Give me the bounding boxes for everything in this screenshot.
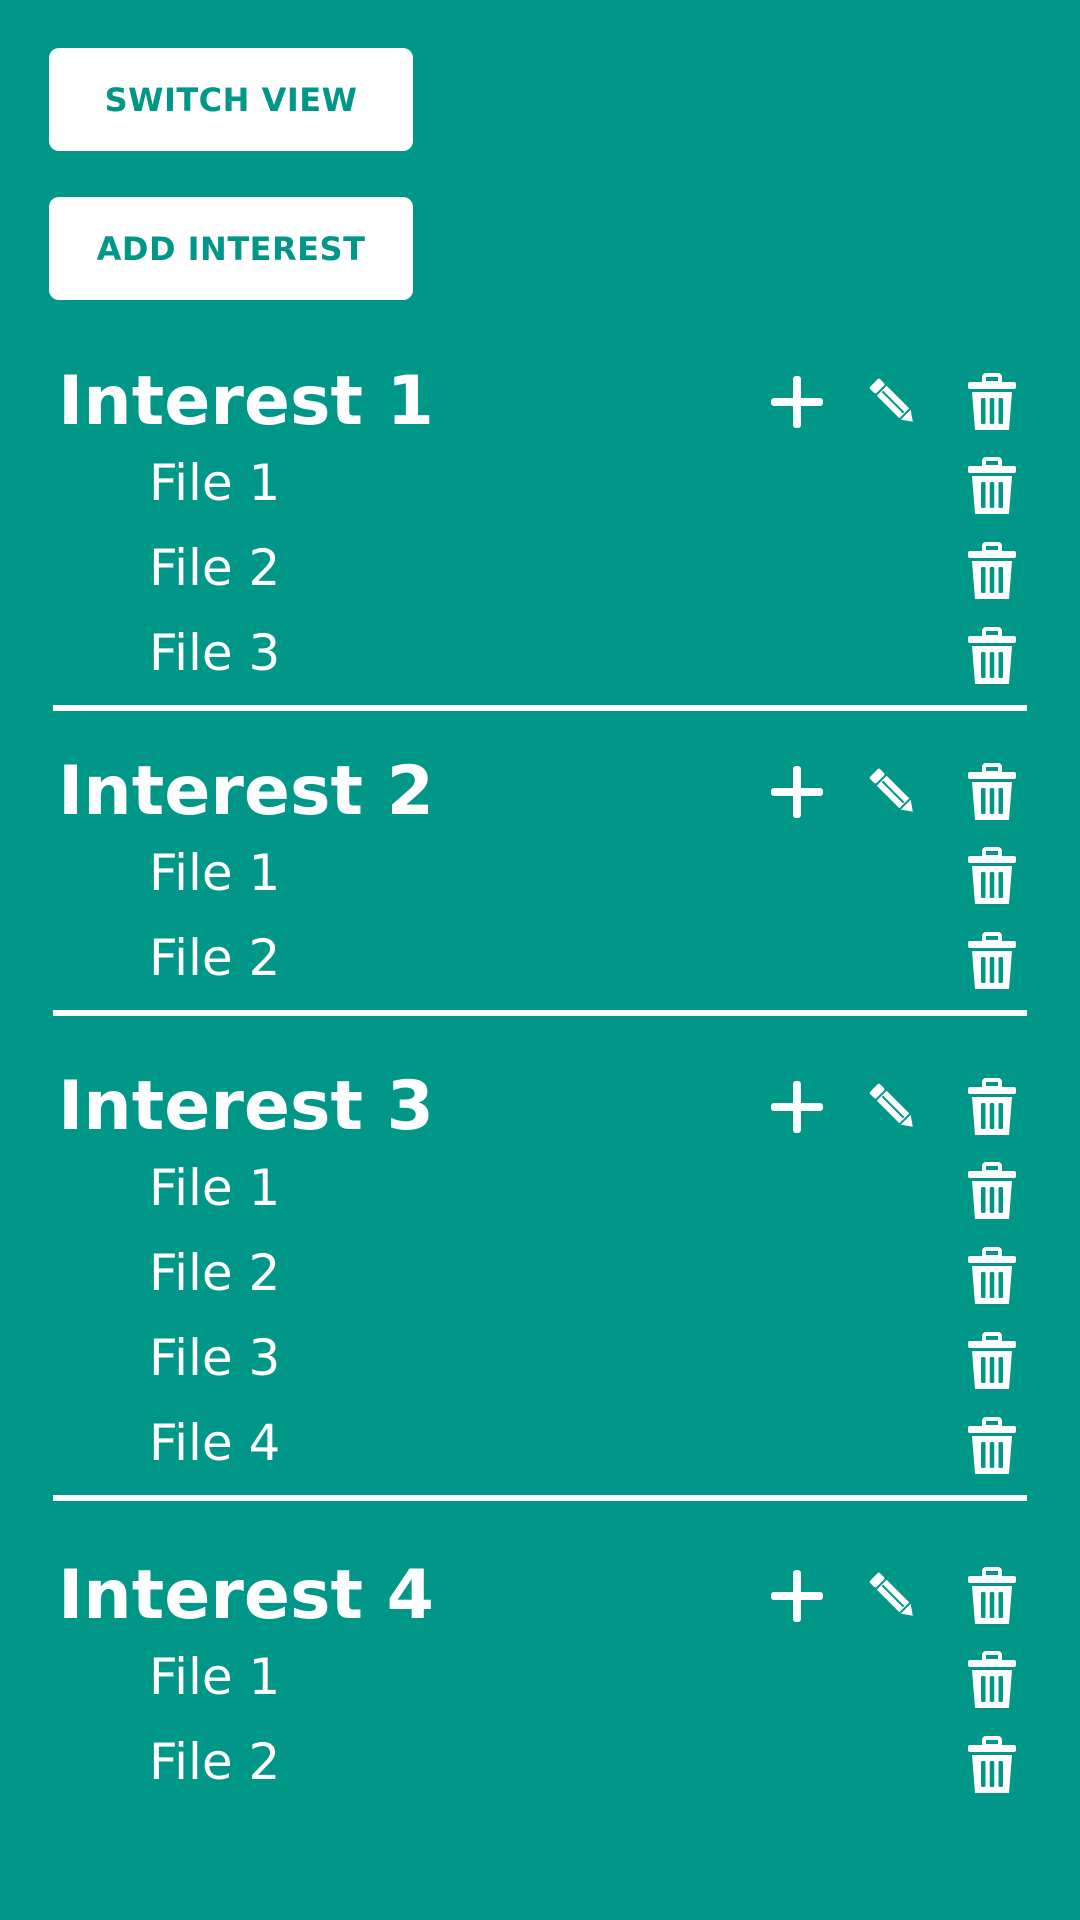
file-label[interactable]: File 4	[149, 1418, 280, 1468]
delete-file-icon[interactable]	[962, 1650, 1022, 1710]
delete-file-icon[interactable]	[962, 1161, 1022, 1221]
file-label[interactable]: File 2	[149, 933, 280, 983]
delete-file-icon[interactable]	[962, 1416, 1022, 1476]
interest-divider	[53, 705, 1027, 711]
delete-interest-icon[interactable]	[962, 1077, 1022, 1137]
file-label[interactable]: File 2	[149, 1248, 280, 1298]
delete-file-icon[interactable]	[962, 1331, 1022, 1391]
delete-file-icon[interactable]	[962, 1246, 1022, 1306]
file-label[interactable]: File 1	[149, 1652, 280, 1702]
interest-title-1: Interest 1	[58, 362, 434, 441]
interest-title-3: Interest 3	[58, 1067, 434, 1146]
delete-file-icon[interactable]	[962, 846, 1022, 906]
delete-file-icon[interactable]	[962, 1735, 1022, 1795]
interest-list: Interest 1 File 1 File 2 File 3 Interest 2 Fi…	[0, 0, 1080, 1920]
delete-interest-icon[interactable]	[962, 1566, 1022, 1626]
interest-divider	[53, 1010, 1027, 1016]
interest-title-2: Interest 2	[58, 752, 434, 831]
delete-interest-icon[interactable]	[962, 762, 1022, 822]
file-label[interactable]: File 2	[149, 543, 280, 593]
file-label[interactable]: File 1	[149, 1163, 280, 1213]
edit-interest-icon[interactable]	[863, 372, 923, 432]
file-label[interactable]: File 1	[149, 848, 280, 898]
edit-interest-icon[interactable]	[863, 762, 923, 822]
delete-file-icon[interactable]	[962, 626, 1022, 686]
delete-file-icon[interactable]	[962, 456, 1022, 516]
add-file-icon[interactable]	[767, 1077, 827, 1137]
interest-divider	[53, 1495, 1027, 1501]
add-file-icon[interactable]	[767, 372, 827, 432]
add-file-icon[interactable]	[767, 762, 827, 822]
file-label[interactable]: File 3	[149, 628, 280, 678]
edit-interest-icon[interactable]	[863, 1566, 923, 1626]
edit-interest-icon[interactable]	[863, 1077, 923, 1137]
delete-file-icon[interactable]	[962, 541, 1022, 601]
delete-interest-icon[interactable]	[962, 372, 1022, 432]
file-label[interactable]: File 1	[149, 458, 280, 508]
file-label[interactable]: File 2	[149, 1737, 280, 1787]
add-file-icon[interactable]	[767, 1566, 827, 1626]
interest-title-4: Interest 4	[58, 1556, 434, 1635]
delete-file-icon[interactable]	[962, 931, 1022, 991]
file-label[interactable]: File 3	[149, 1333, 280, 1383]
